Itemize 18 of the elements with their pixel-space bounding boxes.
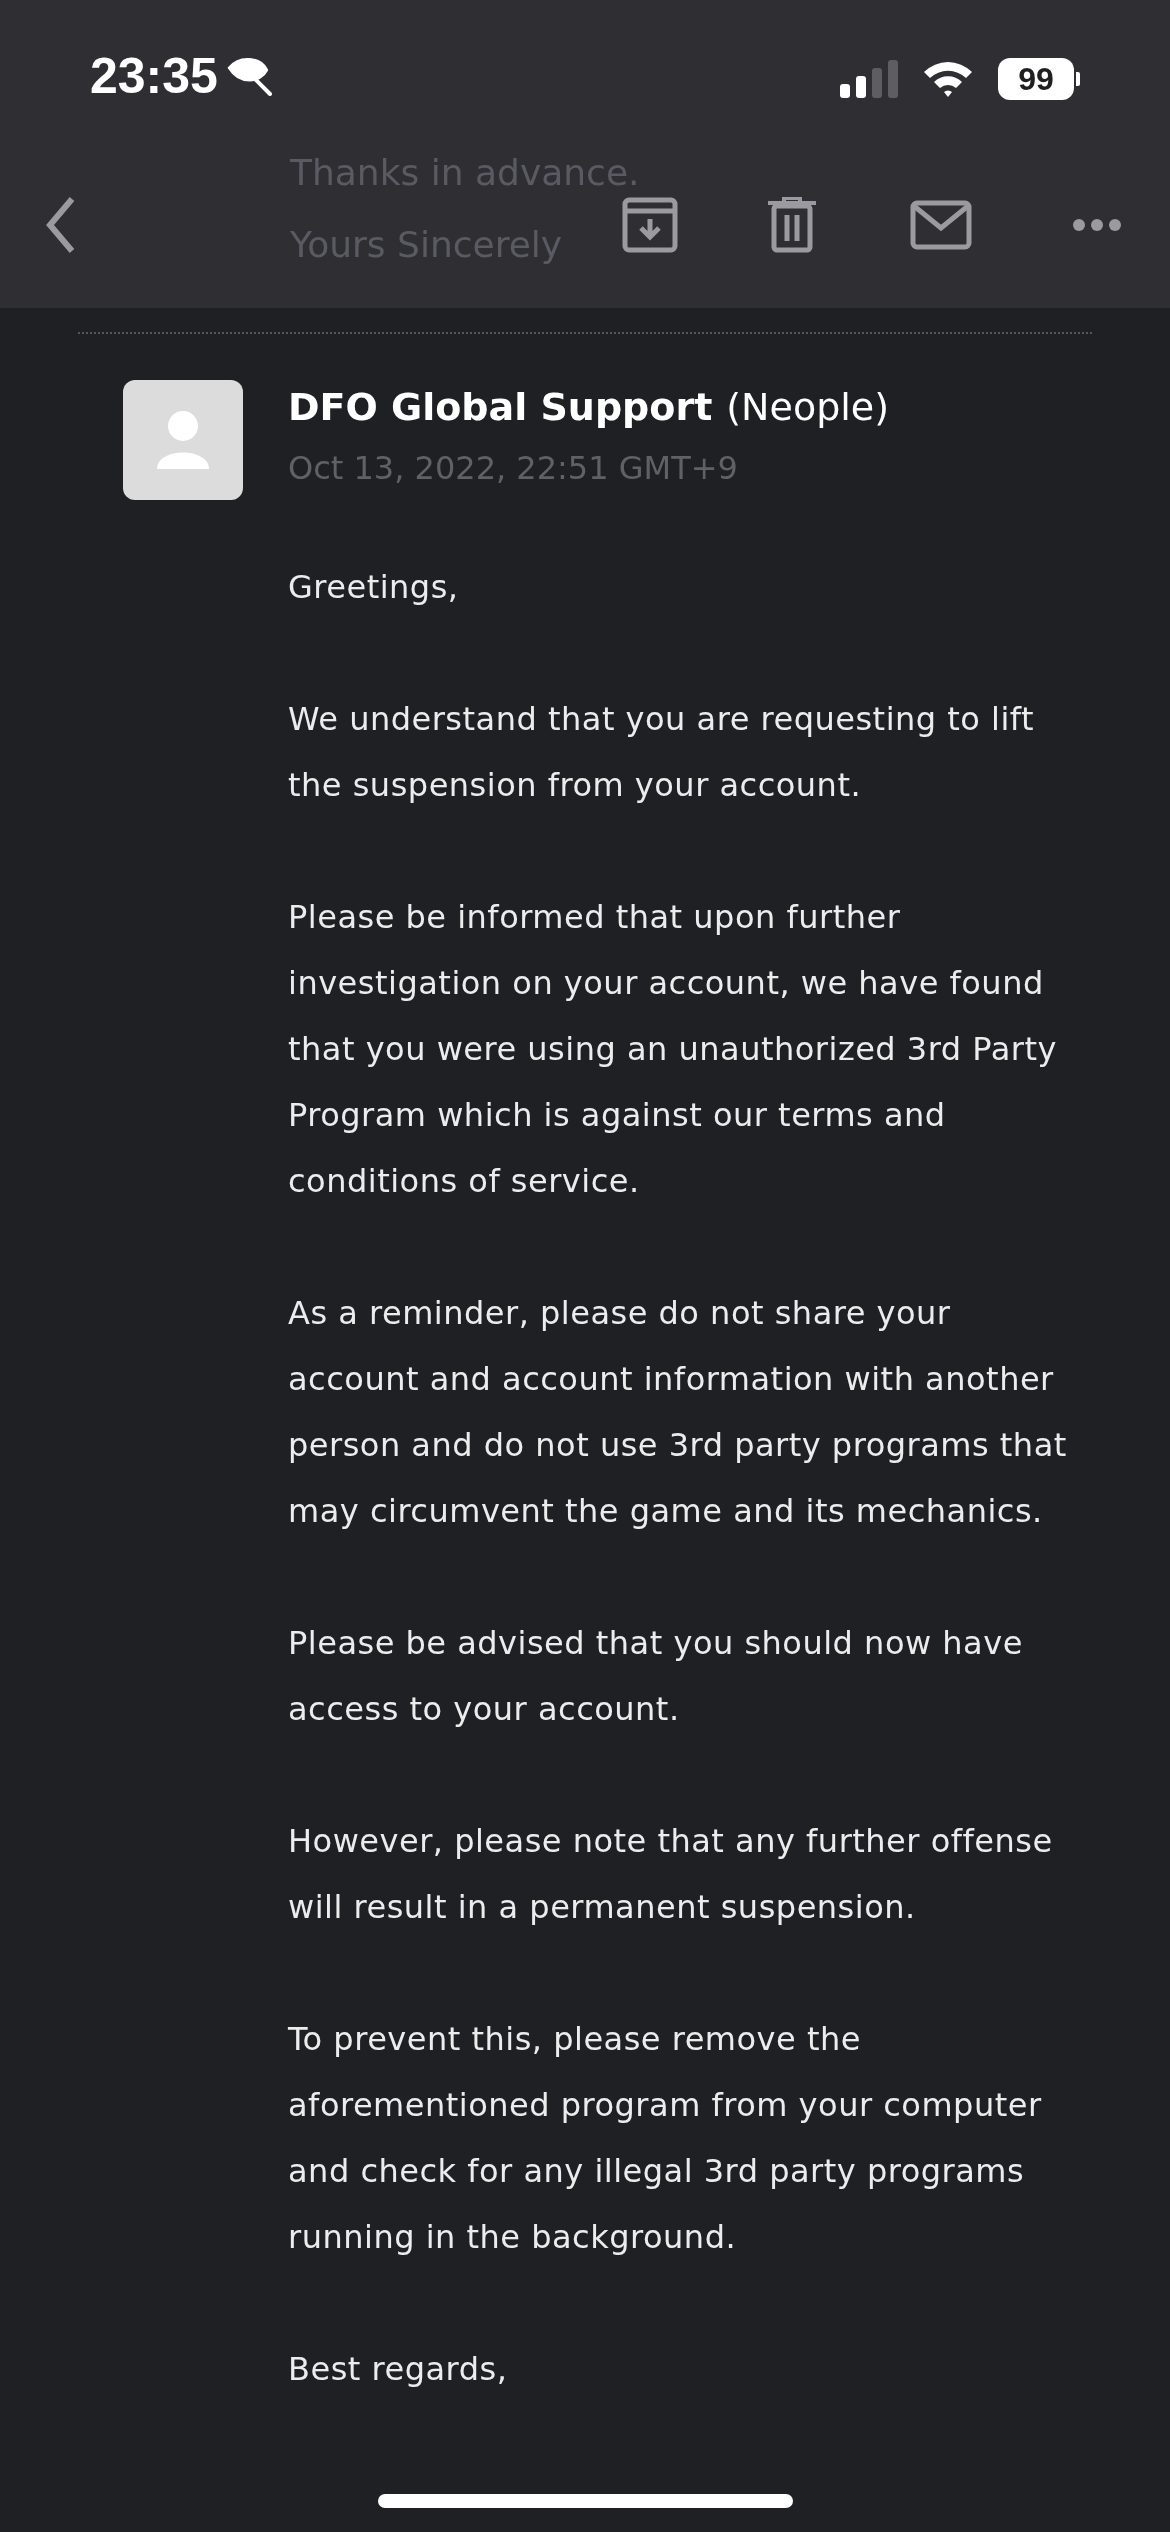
- message-paragraph: Please be advised that you should now have access to your account.: [288, 1623, 1024, 1730]
- battery-level: 99: [998, 58, 1074, 100]
- sender-organization: (Neople): [726, 384, 890, 431]
- message-paragraph: As a reminder, please do not share your account and account information with another person and do not use 3rd party programs that may circumvent the game and its mechanics.: [288, 1293, 1068, 1532]
- message-paragraph: However, please note that any further offense will result in a permanent suspension.: [288, 1821, 1054, 1928]
- message-paragraph: We understand that you are requesting to lift the suspension from your account.: [288, 699, 1036, 806]
- message-paragraph: To prevent this, please remove the aforementioned program from your computer and check for any illegal 3rd party programs running in the background.: [288, 2019, 1043, 2258]
- person-icon: [157, 411, 209, 469]
- more-icon: [1072, 218, 1122, 232]
- message-paragraph: Please be informed that upon further investigation on your account, we have found that you were using an unauthorized 3rd Party Program which is against our terms and conditions of service.: [288, 897, 1058, 1202]
- sender-name: DFO Global Support: [288, 384, 713, 431]
- message-paragraph: Best regards,: [288, 2349, 509, 2390]
- message-paragraph: Greetings,: [288, 567, 460, 608]
- status-time: 23:35: [90, 47, 218, 106]
- signal-icon: [840, 60, 898, 98]
- trash-button[interactable]: [768, 195, 818, 255]
- message-date: Oct 13, 2022, 22:51 GMT+9: [288, 448, 739, 489]
- wifi-icon: [922, 60, 974, 98]
